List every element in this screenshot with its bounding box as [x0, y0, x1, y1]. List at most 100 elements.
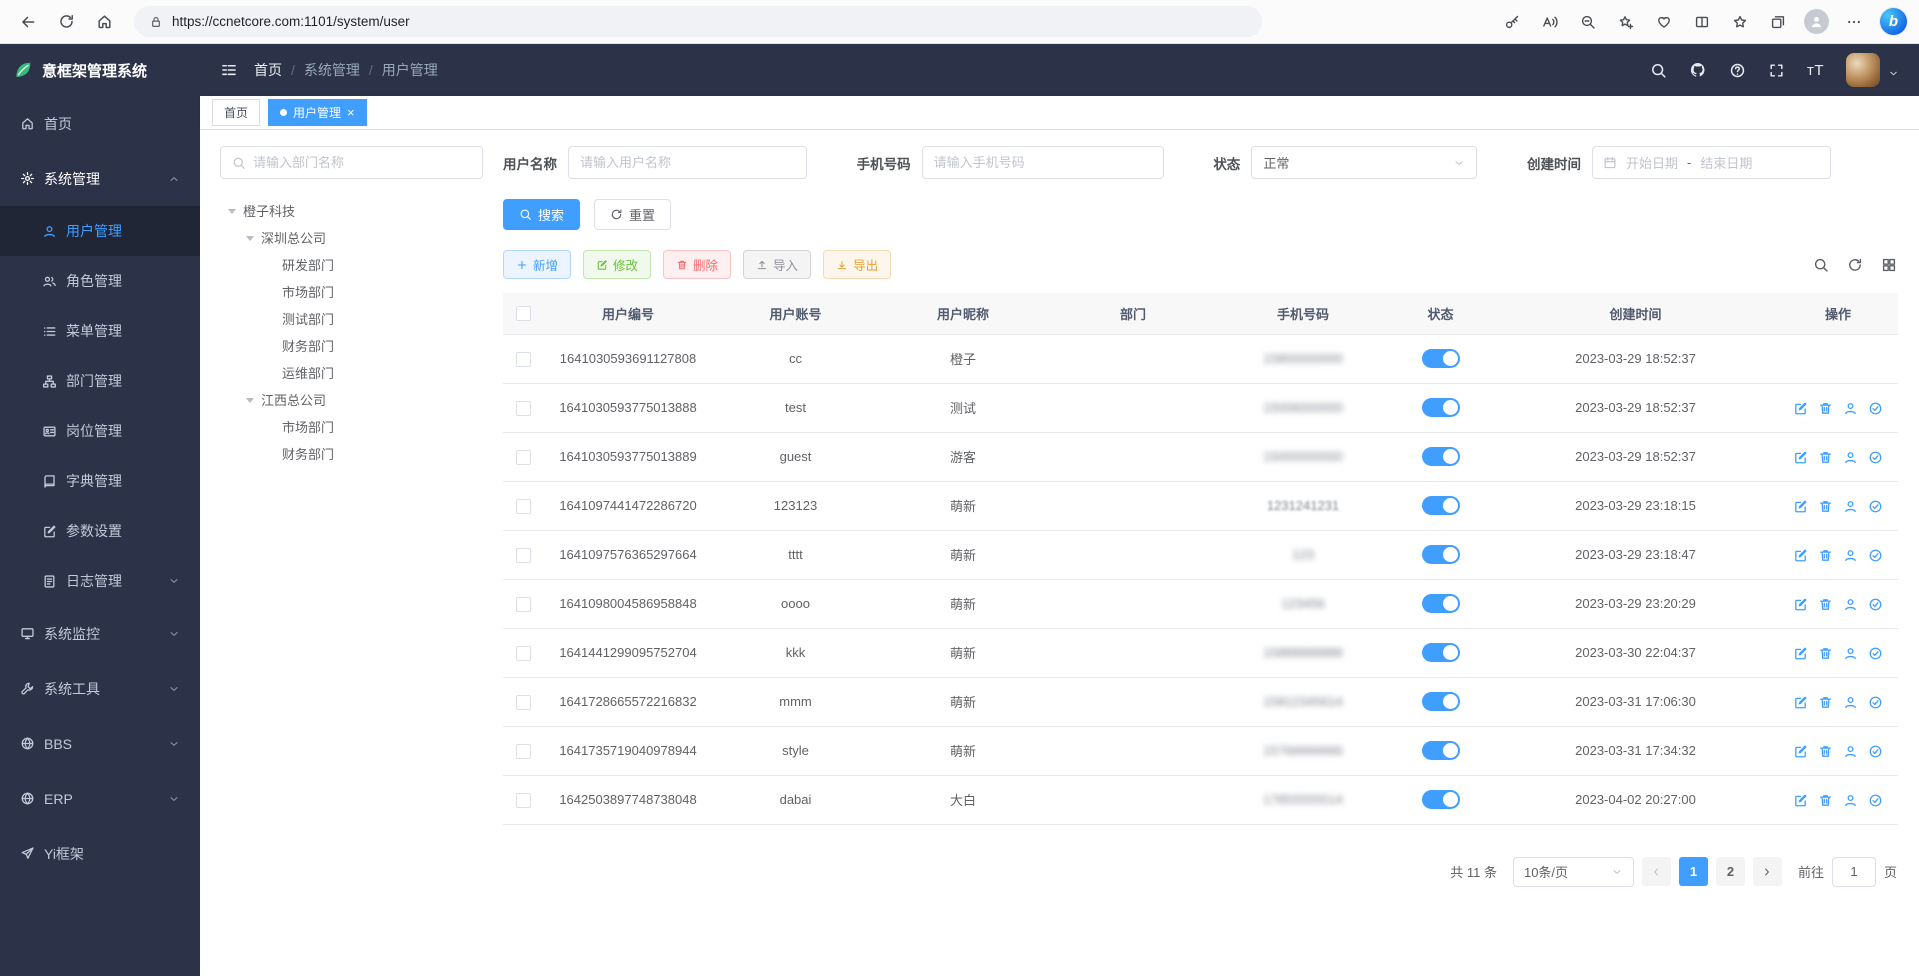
- sidebar-item-log-management[interactable]: 日志管理: [0, 556, 200, 606]
- delete-icon[interactable]: [1818, 695, 1833, 710]
- sidebar-item-dict-management[interactable]: 字典管理: [0, 456, 200, 506]
- delete-icon[interactable]: [1818, 744, 1833, 759]
- sidebar-item-menu-management[interactable]: 菜单管理: [0, 306, 200, 356]
- reset-password-icon[interactable]: [1843, 646, 1858, 661]
- reset-password-icon[interactable]: [1843, 450, 1858, 465]
- delete-icon[interactable]: [1818, 646, 1833, 661]
- dept-search-input[interactable]: [253, 155, 471, 170]
- status-toggle[interactable]: [1422, 643, 1460, 662]
- browser-home-button[interactable]: [86, 5, 122, 39]
- reset-password-icon[interactable]: [1843, 499, 1858, 514]
- sidebar-item-yi-framework[interactable]: Yi框架: [0, 826, 200, 881]
- delete-icon[interactable]: [1818, 450, 1833, 465]
- sidebar-item-bbs[interactable]: BBS: [0, 716, 200, 771]
- avatar-caret-icon[interactable]: [1888, 68, 1899, 79]
- breadcrumb-item[interactable]: 用户管理: [382, 60, 438, 80]
- address-bar[interactable]: https://ccnetcore.com:1101/system/user: [134, 6, 1262, 37]
- row-checkbox[interactable]: [516, 548, 531, 563]
- phone-input[interactable]: [922, 146, 1164, 179]
- assign-role-icon[interactable]: [1868, 793, 1883, 808]
- export-button[interactable]: 导出: [823, 250, 891, 279]
- assign-role-icon[interactable]: [1868, 548, 1883, 563]
- sidebar-item-system-management[interactable]: 系统管理: [0, 151, 200, 206]
- status-toggle[interactable]: [1422, 594, 1460, 613]
- tree-node[interactable]: 运维部门: [220, 359, 483, 386]
- status-toggle[interactable]: [1422, 545, 1460, 564]
- search-icon[interactable]: [1650, 62, 1667, 79]
- assign-role-icon[interactable]: [1868, 695, 1883, 710]
- delete-icon[interactable]: [1818, 548, 1833, 563]
- sidebar-item-role-management[interactable]: 角色管理: [0, 256, 200, 306]
- browser-profile-button[interactable]: [1798, 5, 1834, 39]
- sidebar-item-dept-management[interactable]: 部门管理: [0, 356, 200, 406]
- edit-icon[interactable]: [1793, 499, 1808, 514]
- add-button[interactable]: 新增: [503, 250, 571, 279]
- sidebar-item-param-settings[interactable]: 参数设置: [0, 506, 200, 556]
- row-checkbox[interactable]: [516, 450, 531, 465]
- reset-password-icon[interactable]: [1843, 401, 1858, 416]
- sidebar-item-system-monitor[interactable]: 系统监控: [0, 606, 200, 661]
- goto-page-input[interactable]: [1832, 857, 1876, 887]
- assign-role-icon[interactable]: [1868, 744, 1883, 759]
- status-toggle[interactable]: [1422, 447, 1460, 466]
- favorites-button[interactable]: [1722, 5, 1758, 39]
- tree-node[interactable]: 市场部门: [220, 413, 483, 440]
- status-toggle[interactable]: [1422, 790, 1460, 809]
- tree-node[interactable]: 深圳总公司: [220, 224, 483, 251]
- refresh-table-icon[interactable]: [1847, 257, 1863, 273]
- edit-icon[interactable]: [1793, 548, 1808, 563]
- collections-button[interactable]: [1760, 5, 1796, 39]
- reset-password-icon[interactable]: [1843, 695, 1858, 710]
- help-icon[interactable]: [1729, 62, 1746, 79]
- assign-role-icon[interactable]: [1868, 499, 1883, 514]
- edit-icon[interactable]: [1793, 646, 1808, 661]
- browser-back-button[interactable]: [10, 5, 46, 39]
- username-input[interactable]: [568, 146, 807, 179]
- reset-password-icon[interactable]: [1843, 744, 1858, 759]
- import-button[interactable]: 导入: [743, 250, 811, 279]
- edit-icon[interactable]: [1793, 695, 1808, 710]
- tree-node[interactable]: 测试部门: [220, 305, 483, 332]
- tree-node[interactable]: 财务部门: [220, 440, 483, 467]
- tab-user-management[interactable]: 用户管理×: [268, 99, 367, 126]
- tab-home[interactable]: 首页: [212, 99, 260, 126]
- page-button-2[interactable]: 2: [1716, 857, 1745, 886]
- delete-icon[interactable]: [1818, 793, 1833, 808]
- edit-button[interactable]: 修改: [583, 250, 651, 279]
- tree-node[interactable]: 市场部门: [220, 278, 483, 305]
- status-toggle[interactable]: [1422, 692, 1460, 711]
- select-all-checkbox[interactable]: [516, 306, 531, 321]
- github-icon[interactable]: [1689, 61, 1707, 79]
- zoom-button[interactable]: [1570, 5, 1606, 39]
- delete-button[interactable]: 删除: [663, 250, 731, 279]
- next-page-button[interactable]: [1753, 857, 1782, 886]
- breadcrumb-item[interactable]: 首页: [254, 60, 282, 80]
- assign-role-icon[interactable]: [1868, 401, 1883, 416]
- assign-role-icon[interactable]: [1868, 597, 1883, 612]
- sidebar-toggle-icon[interactable]: [220, 61, 238, 79]
- prev-page-button[interactable]: [1642, 857, 1671, 886]
- reset-password-icon[interactable]: [1843, 793, 1858, 808]
- row-checkbox[interactable]: [516, 744, 531, 759]
- sidebar-item-user-management[interactable]: 用户管理: [0, 206, 200, 256]
- tree-node[interactable]: 江西总公司: [220, 386, 483, 413]
- assign-role-icon[interactable]: [1868, 450, 1883, 465]
- status-toggle[interactable]: [1422, 741, 1460, 760]
- edit-icon[interactable]: [1793, 401, 1808, 416]
- close-icon[interactable]: ×: [347, 106, 355, 119]
- sidebar-item-post-management[interactable]: 岗位管理: [0, 406, 200, 456]
- reset-password-icon[interactable]: [1843, 548, 1858, 563]
- status-select[interactable]: 正常: [1251, 146, 1477, 179]
- bing-icon[interactable]: b: [1880, 8, 1907, 35]
- row-checkbox[interactable]: [516, 793, 531, 808]
- font-size-icon[interactable]: тT: [1807, 62, 1824, 79]
- edit-icon[interactable]: [1793, 744, 1808, 759]
- page-button-1[interactable]: 1: [1679, 857, 1708, 886]
- row-checkbox[interactable]: [516, 597, 531, 612]
- sidebar-item-erp[interactable]: ERP: [0, 771, 200, 826]
- tree-node[interactable]: 财务部门: [220, 332, 483, 359]
- assign-role-icon[interactable]: [1868, 646, 1883, 661]
- split-screen-button[interactable]: [1684, 5, 1720, 39]
- edit-icon[interactable]: [1793, 450, 1808, 465]
- columns-icon[interactable]: [1881, 257, 1897, 273]
